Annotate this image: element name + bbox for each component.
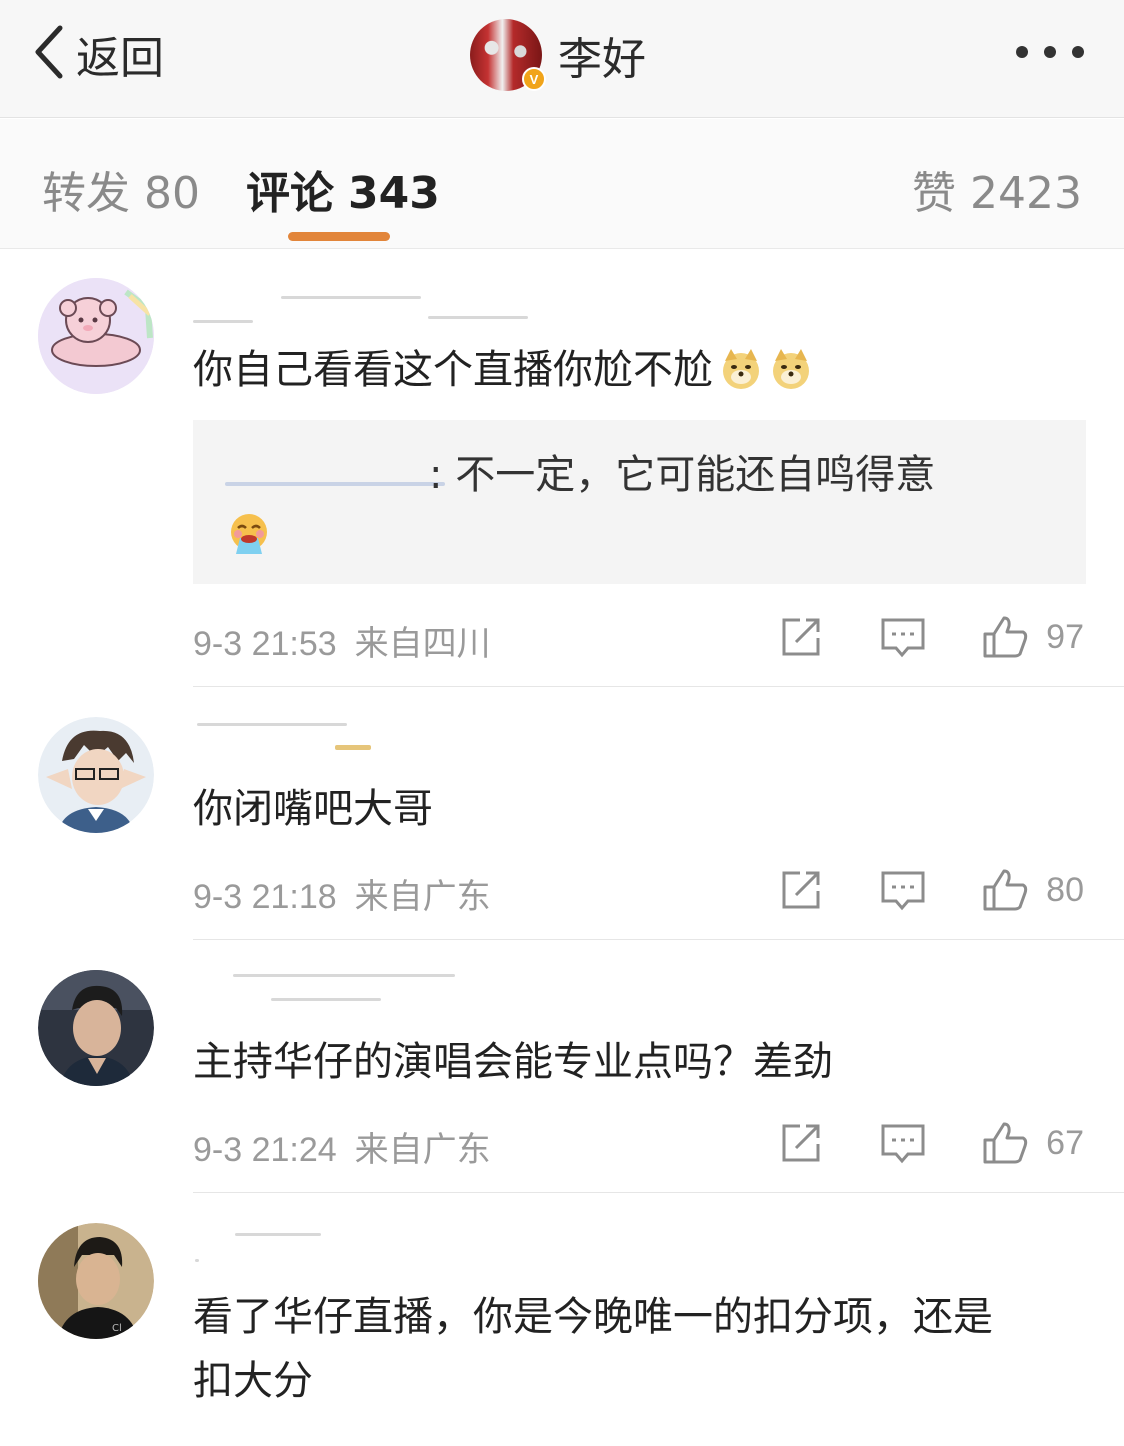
avatar[interactable] [38, 278, 154, 394]
thumbs-up-icon [983, 616, 1028, 658]
avatar[interactable]: V [470, 19, 546, 91]
share-button[interactable] [778, 1120, 824, 1166]
username-blurred[interactable] [193, 290, 533, 323]
comment-text-line: 扣大分 [193, 1358, 313, 1404]
tab-repost-label: 转发 [42, 168, 130, 219]
comment-body: 主持华仔的演唱会能专业点吗？差劲 [193, 1030, 1083, 1094]
username-blurred[interactable] [193, 972, 533, 1002]
back-button[interactable]: 返回 [30, 22, 164, 86]
comment-icon [881, 871, 925, 911]
comment-text-line: 看了华仔直播，你是今晚唯一的扣分项，还是 [193, 1294, 993, 1340]
avatar[interactable] [38, 717, 154, 833]
comment-location: 来自四川 [354, 624, 491, 664]
back-label: 返回 [76, 33, 164, 84]
comment-date: 9-3 21:53 [193, 625, 337, 663]
comment-item: 你闭嘴吧大哥 9-3 21:18 来自广东 80 [0, 687, 1124, 940]
thumbs-up-icon [983, 869, 1028, 911]
dot-icon [1016, 46, 1028, 58]
tab-repost[interactable]: 转发 80 [42, 157, 200, 221]
comment-meta: 9-3 21:53 来自四川 [193, 616, 491, 665]
comment-item: 主持华仔的演唱会能专业点吗？差劲 9-3 21:24 来自广东 67 [0, 940, 1124, 1193]
comment-text: 你自己看看这个直播你尬不尬 [193, 338, 1083, 402]
tab-comments-count: 343 [348, 168, 440, 219]
comment-icon [881, 618, 925, 658]
tab-likes-label: 赞 [912, 168, 957, 219]
active-tab-indicator [288, 232, 390, 241]
like-count: 80 [1046, 870, 1084, 909]
tab-likes-count: 2423 [970, 168, 1082, 219]
comment-body: 看了华仔直播，你是今晚唯一的扣分项，还是 扣大分 [193, 1285, 1083, 1413]
like-button[interactable] [982, 614, 1028, 660]
more-options-button[interactable] [1016, 45, 1084, 59]
comment-meta: 9-3 21:24 来自广东 [193, 1122, 491, 1171]
username-blurred[interactable] [193, 721, 533, 751]
thumbs-up-icon [983, 1122, 1028, 1164]
comment-icon [881, 1124, 925, 1164]
avatar[interactable]: Cl [38, 1223, 154, 1339]
chevron-left-icon [30, 22, 70, 86]
tab-bar: 转发 80 评论 343 赞 2423 [0, 119, 1124, 249]
share-button[interactable] [778, 867, 824, 913]
avatar[interactable] [38, 970, 154, 1086]
comment-date: 9-3 21:24 [193, 1131, 337, 1169]
comment-date: 9-3 21:18 [193, 878, 337, 916]
share-icon [782, 1124, 820, 1162]
share-button[interactable] [778, 614, 824, 660]
profile-header[interactable]: V 李好 [470, 17, 646, 93]
top-navbar: 返回 V 李好 [0, 0, 1124, 118]
comment-meta: 9-3 21:18 来自广东 [193, 869, 491, 918]
comment-actions: 97 [778, 612, 1084, 662]
doge-emoji-icon [723, 349, 759, 389]
like-button[interactable] [982, 867, 1028, 913]
reply-button[interactable] [880, 867, 926, 913]
reply-button[interactable] [880, 1120, 926, 1166]
like-button[interactable] [982, 1120, 1028, 1166]
comment-text-content: 主持华仔的演唱会能专业点吗？差劲 [193, 1039, 833, 1085]
comment-location: 来自广东 [354, 877, 491, 917]
comment-text-content: 你闭嘴吧大哥 [193, 786, 433, 832]
tab-comments-label: 评论 [246, 168, 334, 219]
profile-name: 李好 [558, 34, 646, 85]
dot-icon [1072, 46, 1084, 58]
reply-preview[interactable]: : 不一定，它可能还自鸣得意 [193, 420, 1086, 584]
share-icon [782, 618, 820, 656]
comment-item: Cl 看了华仔直播，你是今晚唯一的扣分项，还是 扣大分 [0, 1193, 1124, 1446]
comment-actions: 80 [778, 865, 1084, 915]
reply-text: : 不一定，它可能还自鸣得意 [429, 452, 936, 498]
like-count: 97 [1046, 617, 1084, 656]
reply-username-blurred[interactable] [225, 478, 455, 490]
doge-emoji-icon [773, 349, 809, 389]
comment-text-content: 你自己看看这个直播你尬不尬 [193, 347, 713, 393]
like-count: 67 [1046, 1123, 1084, 1162]
comment-body: 你闭嘴吧大哥 [193, 777, 1083, 841]
reply-button[interactable] [880, 614, 926, 660]
comment-actions: 67 [778, 1118, 1084, 1168]
username-blurred[interactable] [193, 1231, 533, 1262]
share-icon [782, 871, 820, 909]
verified-badge-icon: V [522, 67, 546, 91]
tab-comments[interactable]: 评论 343 [246, 157, 440, 221]
tab-repost-count: 80 [144, 168, 200, 219]
vomit-emoji-icon [231, 514, 267, 554]
dot-icon [1044, 46, 1056, 58]
comment-item: 你自己看看这个直播你尬不尬 : 不一定，它可能还自鸣得意 9-3 21:53 来… [0, 250, 1124, 687]
svg-text:Cl: Cl [112, 1323, 122, 1334]
tab-likes[interactable]: 赞 2423 [912, 157, 1082, 221]
comment-location: 来自广东 [354, 1130, 491, 1170]
